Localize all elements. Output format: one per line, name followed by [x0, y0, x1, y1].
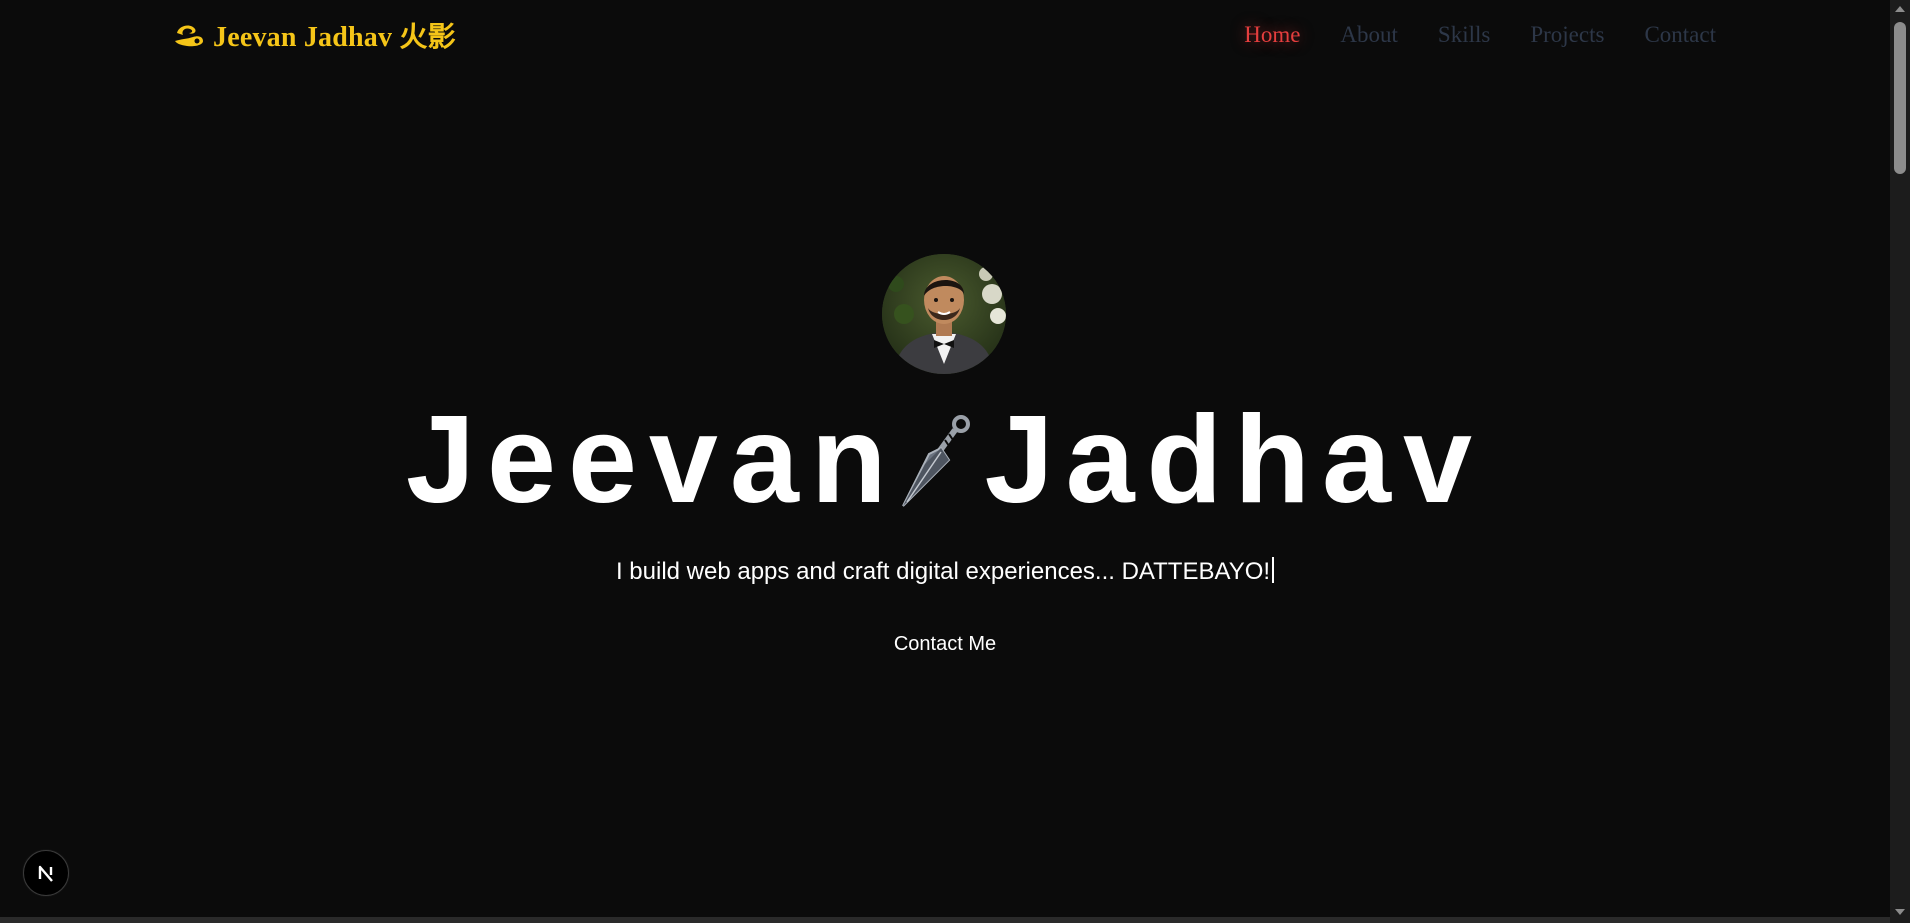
kunai-icon [901, 415, 970, 507]
hero-tagline: I build web apps and craft digital exper… [0, 556, 1890, 588]
logo-text: Jeevan Jadhav 火影 [213, 22, 456, 53]
scroll-up-arrow-icon[interactable] [1894, 3, 1906, 15]
vertical-scrollbar[interactable] [1890, 0, 1910, 923]
nav-link-about[interactable]: About [1340, 18, 1398, 52]
nav-link-contact[interactable]: Contact [1644, 18, 1716, 52]
hero-title: Jeevan Jadhav [0, 391, 1890, 529]
nextjs-logo-icon [38, 865, 53, 882]
nav-links: Home About Skills Projects Contact [1244, 18, 1716, 52]
nav-link-projects[interactable]: Projects [1530, 18, 1604, 52]
profile-avatar [882, 254, 1006, 374]
scroll-down-arrow-icon[interactable] [1894, 906, 1906, 918]
hero-tagline-text: I build web apps and craft digital exper… [615, 558, 1271, 585]
profile-photo [882, 254, 1006, 374]
nextjs-dev-badge[interactable] [23, 850, 69, 896]
logo-link[interactable]: Jeevan Jadhav 火影 [173, 14, 456, 56]
page: Jeevan Jadhav 火影 Home About Skills Proje… [0, 0, 1890, 923]
hero-title-first: Jeevan [406, 391, 899, 529]
nav-link-home[interactable]: Home [1244, 18, 1300, 52]
window-bottom-edge [0, 917, 1890, 923]
scrollbar-thumb[interactable] [1894, 22, 1906, 174]
swirl-icon [175, 25, 203, 47]
navbar: Jeevan Jadhav 火影 Home About Skills Proje… [0, 0, 1890, 70]
contact-me-button[interactable]: Contact Me [868, 626, 1022, 662]
typing-cursor [1272, 557, 1275, 583]
nav-link-skills[interactable]: Skills [1438, 18, 1490, 52]
hero-title-last: Jadhav [984, 391, 1484, 529]
